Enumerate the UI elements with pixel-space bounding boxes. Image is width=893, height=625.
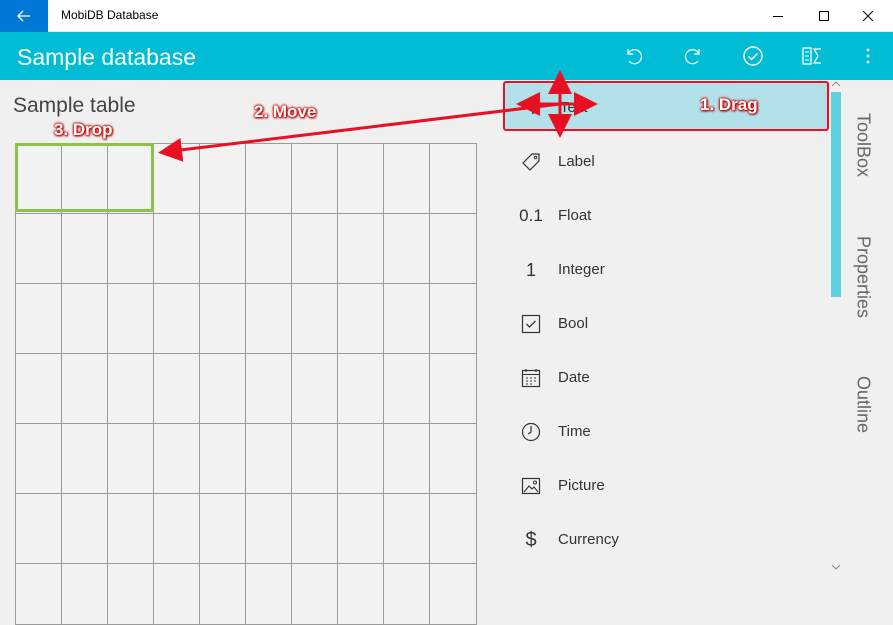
text-icon: T (527, 97, 539, 118)
currency-icon: $ (525, 528, 537, 551)
float-icon: 0.1 (519, 206, 543, 225)
toolbox-item-float[interactable]: 0.1 Float (503, 191, 829, 241)
calculations-button[interactable] (799, 42, 827, 70)
toolbox-item-label: Currency (558, 531, 619, 548)
toolbox-item-bool[interactable]: Bool (503, 299, 829, 349)
toolbox-item-label-field[interactable]: Label (503, 137, 829, 187)
minimize-button[interactable] (755, 0, 801, 32)
title-bar: MobiDB Database (0, 0, 893, 32)
toolbox-item-time[interactable]: Time (503, 407, 829, 457)
toolbox-item-text[interactable]: T Text (503, 81, 829, 131)
layout-grid[interactable] (15, 143, 477, 625)
window-title: MobiDB Database (61, 8, 159, 22)
label-tag-icon (517, 149, 545, 175)
toolbox-item-label: Picture (558, 477, 605, 494)
toolbox-item-label: Bool (558, 315, 589, 332)
close-button[interactable] (845, 0, 891, 32)
save-button[interactable] (739, 42, 767, 70)
calculator-sum-icon (802, 47, 821, 65)
scroll-up-icon (832, 81, 840, 87)
undo-button[interactable] (620, 42, 648, 70)
toolbox-item-label: Float (558, 207, 592, 224)
toolbox-item-currency[interactable]: $ Currency (503, 515, 829, 565)
tab-toolbox[interactable]: ToolBox (848, 110, 878, 180)
checkmark-circle-icon (743, 46, 763, 66)
table-title: Sample table (13, 94, 136, 117)
toolbox-item-label: Integer (558, 261, 605, 278)
maximize-button[interactable] (801, 0, 847, 32)
tab-outline[interactable]: Outline (848, 370, 878, 440)
toolbox-scrollbar[interactable] (830, 80, 842, 580)
annotation-drag: 1. Drag (700, 95, 758, 114)
integer-icon: 1 (525, 259, 536, 280)
toolbox-item-label: Label (558, 153, 595, 170)
annotation-move: 2. Move (254, 102, 317, 121)
checkbox-icon (517, 311, 545, 337)
close-icon (863, 11, 873, 21)
app-header: Sample database (0, 32, 893, 80)
maximize-icon (819, 11, 829, 21)
workspace: Sample table T Text Label 0.1 Float 1 In… (0, 80, 893, 625)
toolbox-item-label: Time (558, 423, 591, 440)
toolbox-panel: T Text Label 0.1 Float 1 Integer Bool Da… (503, 80, 843, 580)
redo-icon (684, 48, 700, 65)
toolbox-item-integer[interactable]: 1 Integer (503, 245, 829, 295)
toolbox-item-date[interactable]: Date (503, 353, 829, 403)
toolbox-item-label: Date (558, 369, 590, 386)
clock-icon (517, 419, 545, 445)
more-options-button[interactable] (854, 42, 882, 70)
page-title: Sample database (17, 44, 197, 70)
minimize-icon (773, 16, 783, 17)
calendar-icon (517, 365, 545, 391)
scroll-down-icon (832, 564, 840, 570)
toolbox-item-picture[interactable]: Picture (503, 461, 829, 511)
annotation-drop: 3. Drop (54, 120, 113, 139)
undo-icon (627, 48, 643, 65)
toolbox-item-label: Text (560, 99, 588, 116)
more-vertical-icon (866, 48, 870, 64)
back-arrow-icon (17, 10, 30, 22)
redo-button[interactable] (679, 42, 707, 70)
back-button[interactable] (0, 0, 48, 32)
picture-icon (517, 473, 545, 499)
tab-properties[interactable]: Properties (848, 230, 878, 325)
scroll-thumb[interactable] (831, 92, 841, 297)
